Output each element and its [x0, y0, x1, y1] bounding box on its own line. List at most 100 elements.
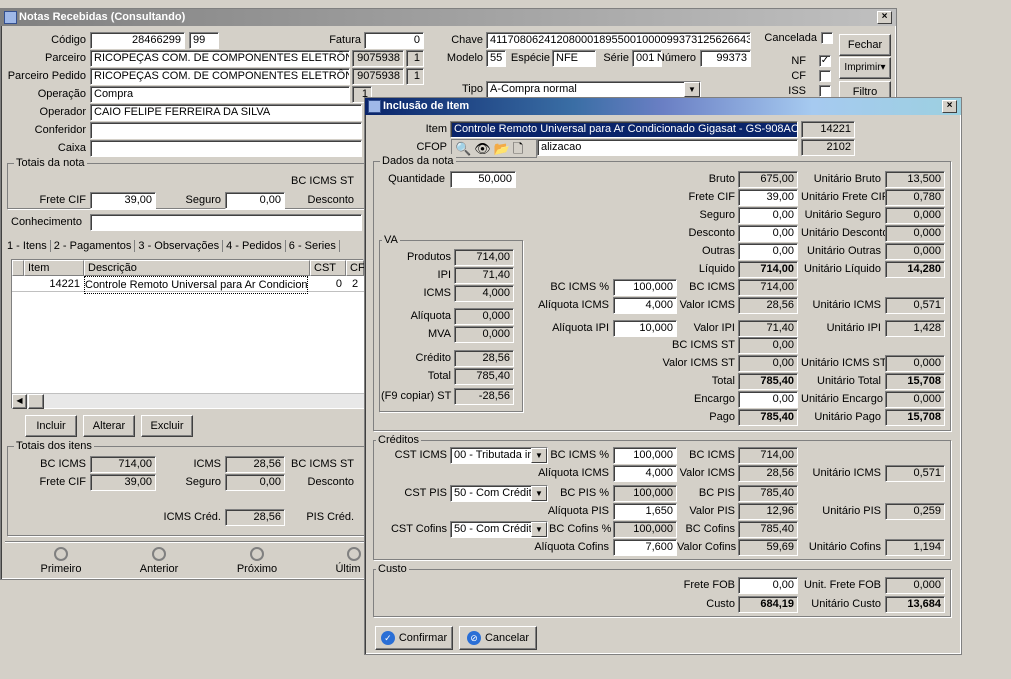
right-label: Seguro [699, 209, 735, 221]
col-cst[interactable]: CST [310, 260, 346, 276]
fechar-button[interactable]: Fechar [839, 34, 891, 56]
codigo2-field[interactable]: 99 [189, 32, 219, 49]
aliq-cofins-field[interactable]: 7,600 [613, 539, 677, 556]
right-unit-value: 0,000 [885, 225, 945, 242]
nf-checkbox[interactable]: ✓ [819, 55, 831, 67]
right-value[interactable]: 39,00 [738, 189, 798, 206]
modelo-label: Modelo [446, 52, 483, 64]
numero-field[interactable]: 99373 [700, 50, 751, 67]
parceiro-pedido-field[interactable]: RICOPEÇAS COM. DE COMPONENTES ELETRÔNICO… [90, 68, 350, 85]
nav-primeiro[interactable]: Primeiro [31, 547, 91, 575]
caixa-label: Caixa [57, 142, 86, 154]
cst-cofins-select[interactable]: 50 - Com Crédito ▼ [450, 521, 548, 538]
eye-icon[interactable]: 👁 [474, 141, 494, 156]
tab-series[interactable]: 6 - Series [288, 240, 340, 252]
bc-icms-pct-label: BC ICMS % [550, 281, 609, 293]
operador-field[interactable]: CAIO FELIPE FERREIRA DA SILVA [90, 104, 362, 121]
right-unit-label: Unitário Desconto [801, 227, 889, 239]
aliq-icms-field[interactable]: 4,000 [613, 297, 677, 314]
chevron-down-icon[interactable]: ▼ [684, 82, 700, 97]
fatura-field[interactable]: 0 [364, 32, 424, 49]
horizontal-scrollbar[interactable]: ◀ [12, 393, 364, 409]
iss-checkbox[interactable] [819, 85, 831, 97]
imprimir-button[interactable]: Imprimir▾ [839, 57, 891, 79]
bc-pis-pct-field: 100,000 [613, 485, 677, 502]
frete-fob-field[interactable]: 0,00 [738, 577, 798, 594]
chevron-down-icon[interactable]: ▼ [531, 448, 547, 463]
tipo-select[interactable]: A-Compra normal ▼ [486, 81, 701, 98]
chave-field[interactable]: 4117080624120800018955001000099373125626… [486, 32, 751, 49]
conhecimento-field[interactable] [90, 214, 362, 231]
tab-itens[interactable]: 1 - Itens [7, 240, 51, 252]
bc-icms-field: 714,00 [738, 279, 798, 296]
col-item[interactable]: Item [24, 260, 84, 276]
cancelar-button[interactable]: ⊘ Cancelar [459, 626, 537, 650]
check-icon: ✓ [380, 631, 395, 646]
col-cfo[interactable]: CFO [346, 260, 373, 276]
dialog-app-icon [368, 100, 381, 113]
row-desc: Controle Remoto Universal para Ar Condic… [84, 276, 308, 294]
parceiro-field[interactable]: RICOPEÇAS COM. DE COMPONENTES ELETRÔNICO… [90, 50, 350, 67]
c-bc-icms-pct-field[interactable]: 100,000 [613, 447, 677, 464]
scroll-left-icon[interactable]: ◀ [12, 394, 27, 409]
open-folder-icon[interactable]: 📂 [494, 141, 513, 156]
nav-ultimo[interactable]: Últim [331, 547, 365, 575]
right-unit-value: 13,500 [885, 171, 945, 188]
table-row[interactable]: 14221 Controle Remoto Universal para Ar … [12, 276, 364, 294]
unit-icms-st-field: 0,000 [885, 355, 945, 372]
valor-icms-st-field: 0,00 [738, 355, 798, 372]
pp-id-field: 9075938 [352, 68, 404, 85]
row-cst: 0 [335, 278, 342, 290]
aliq-ipi-field[interactable]: 10,000 [613, 320, 677, 337]
chevron-down-icon[interactable]: ▼ [531, 486, 547, 501]
cst-pis-select[interactable]: 50 - Com Crédito ▼ [450, 485, 548, 502]
cancelada-checkbox[interactable] [821, 32, 833, 44]
inclusao-item-dialog: Inclusão de Item × Item Controle Remoto … [364, 97, 962, 655]
conferidor-field[interactable] [90, 122, 362, 139]
cst-icms-select[interactable]: 00 - Tributada inte ▼ [450, 447, 548, 464]
alterar-button[interactable]: Alterar [83, 415, 135, 437]
dialog-close-button[interactable]: × [942, 100, 957, 113]
dlg-item-field[interactable]: Controle Remoto Universal para Ar Condic… [450, 121, 798, 138]
excluir-button[interactable]: Excluir [141, 415, 193, 437]
confirmar-button[interactable]: ✓ Confirmar [375, 626, 453, 650]
seguro-field[interactable]: 0,00 [225, 192, 285, 209]
nav-proximo[interactable]: Próximo [227, 547, 287, 575]
row-cfo: 2 [352, 278, 359, 290]
chevron-down-icon[interactable]: ▼ [531, 522, 547, 537]
incluir-button[interactable]: Incluir [25, 415, 77, 437]
right-value[interactable]: 0,00 [738, 243, 798, 260]
unit-pago-label: Unitário Pago [814, 411, 881, 423]
desconto-label: Desconto [307, 194, 354, 206]
bc-icms-pct-field[interactable]: 100,000 [613, 279, 677, 296]
especie-field[interactable]: NFE [552, 50, 596, 67]
main-close-button[interactable]: × [877, 11, 892, 24]
codigo-field[interactable]: 28466299 [90, 32, 185, 49]
operacao-field[interactable]: Compra [90, 86, 350, 103]
qtd-field[interactable]: 50,000 [450, 171, 516, 188]
caixa-field[interactable] [90, 140, 362, 157]
c-aliq-icms-field[interactable]: 4,000 [613, 465, 677, 482]
nav-anterior[interactable]: Anterior [129, 547, 189, 575]
new-document-icon[interactable]: 🗋 [513, 141, 526, 156]
aliq-pis-field[interactable]: 1,650 [613, 503, 677, 520]
tab-observacoes[interactable]: 3 - Observações [138, 240, 224, 252]
scroll-thumb[interactable] [28, 394, 44, 409]
right-value[interactable]: 0,00 [738, 225, 798, 242]
aliq-cofins-label: Alíquota Cofins [534, 541, 609, 553]
tab-pedidos[interactable]: 4 - Pedidos [226, 240, 286, 252]
encargo-field[interactable]: 0,00 [738, 391, 798, 408]
right-value[interactable]: 0,00 [738, 207, 798, 224]
col-descricao[interactable]: Descrição [84, 260, 310, 276]
tab-pagamentos[interactable]: 2 - Pagamentos [53, 240, 136, 252]
va-value: 0,000 [454, 308, 514, 325]
zoom-icon[interactable]: 🔍 [455, 141, 474, 156]
custo-label: Custo [706, 598, 735, 610]
encargo-label: Encargo [694, 393, 735, 405]
frete-cif-field[interactable]: 39,00 [90, 192, 156, 209]
cf-checkbox[interactable] [819, 70, 831, 82]
valor-icms-field: 28,56 [738, 297, 798, 314]
dlg-cfop-field[interactable]: alizacao [537, 139, 798, 156]
right-unit-label: Unitário Frete CIF [801, 191, 889, 203]
modelo-field[interactable]: 55 [486, 50, 506, 67]
